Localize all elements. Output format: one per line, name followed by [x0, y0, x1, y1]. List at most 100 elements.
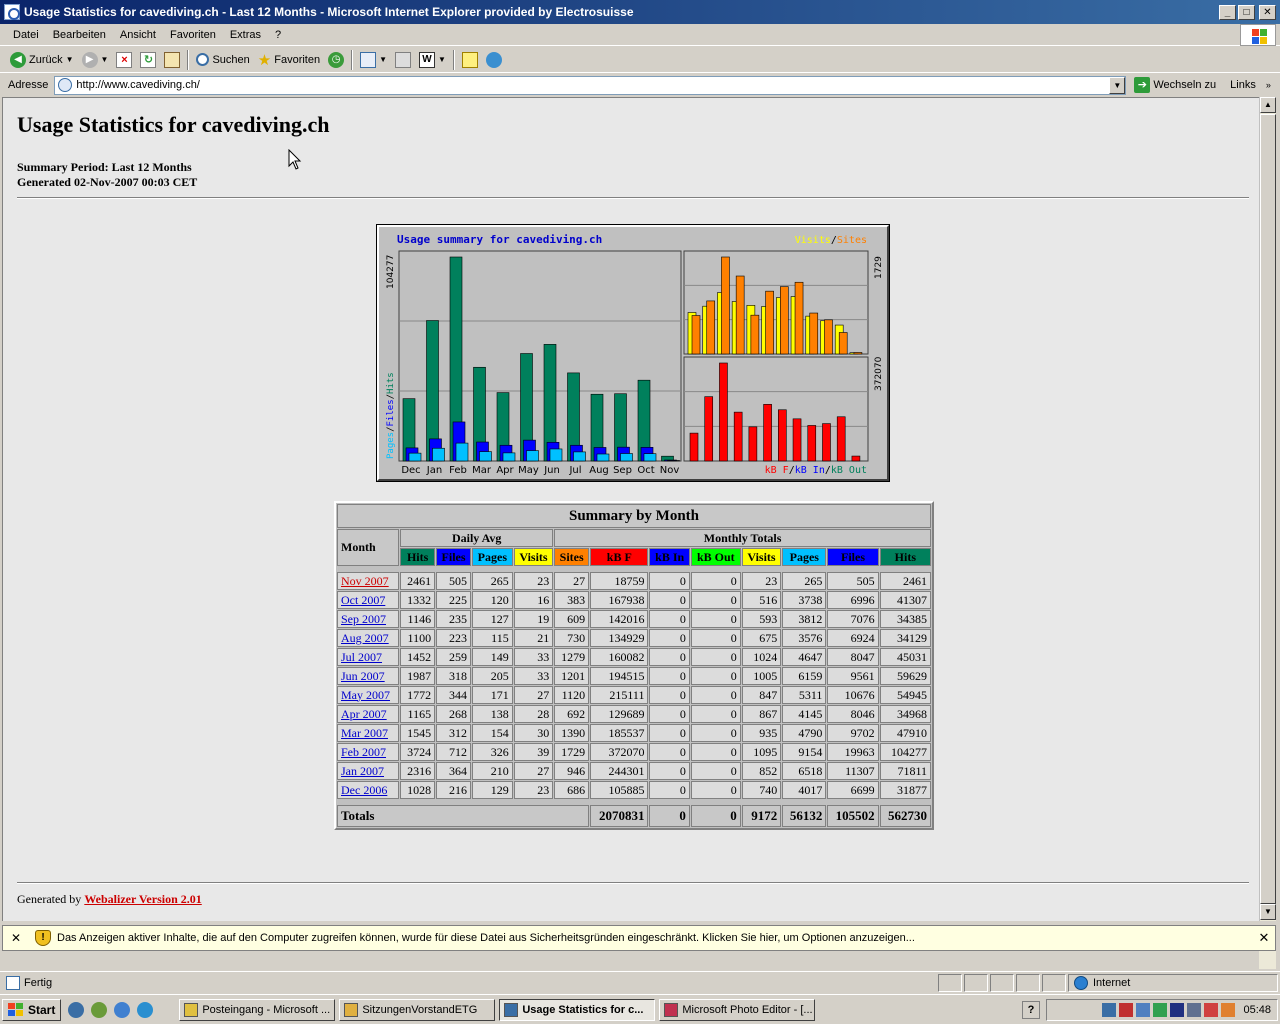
totals-cell: 56132 — [782, 805, 827, 827]
toolbar-separator — [452, 49, 455, 70]
forward-button[interactable]: ▶ ▼ — [78, 49, 113, 71]
monitor-icon[interactable] — [1136, 1003, 1151, 1017]
month-link[interactable]: Dec 2006 — [341, 783, 387, 797]
monthly-cell: 3738 — [782, 591, 827, 609]
menu-bearbeiten[interactable]: Bearbeiten — [46, 29, 113, 41]
infobar-message[interactable]: Das Anzeigen aktiver Inhalte, die auf de… — [57, 932, 1253, 944]
antivirus-icon[interactable] — [1153, 1003, 1168, 1017]
security-alert-icon[interactable] — [1119, 1003, 1134, 1017]
security-zone[interactable]: Internet — [1068, 973, 1278, 992]
scroll-up-button[interactable]: ▲ — [1260, 97, 1276, 113]
start-button[interactable]: Start — [2, 998, 62, 1021]
quicklaunch-ie-icon[interactable] — [68, 1001, 85, 1018]
address-dropdown-button[interactable]: ▼ — [1109, 76, 1126, 94]
search-button[interactable]: Suchen — [192, 49, 253, 71]
daily-cell: 23 — [513, 781, 554, 799]
help-button[interactable]: ? — [1022, 1001, 1040, 1019]
back-button[interactable]: ◀ Zurück ▼ — [6, 49, 78, 71]
mail-button[interactable]: ▼ — [356, 49, 391, 71]
menu-ansicht[interactable]: Ansicht — [113, 29, 163, 41]
monthly-cell: 0 — [690, 648, 741, 666]
month-cell: Jul 2007 — [337, 648, 400, 666]
infobar-close-left-icon[interactable]: ✕ — [3, 931, 29, 945]
information-bar[interactable]: ✕ ! Das Anzeigen aktiver Inhalte, die au… — [2, 925, 1276, 951]
infobar-scrollbar[interactable] — [1259, 951, 1276, 969]
month-link[interactable]: Sep 2007 — [341, 612, 386, 626]
daily-avg-header: Daily Avg — [400, 529, 554, 547]
scroll-thumb[interactable] — [1260, 114, 1276, 904]
ie-icon — [4, 4, 20, 20]
month-link[interactable]: Mar 2007 — [341, 726, 388, 740]
monthly-cell: 0 — [649, 743, 690, 761]
display-icon[interactable] — [1187, 1003, 1202, 1017]
monthly-cell: 41307 — [879, 591, 931, 609]
menu-extras[interactable]: Extras — [223, 29, 268, 41]
daily-cell: 120 — [471, 591, 513, 609]
webalizer-link[interactable]: Webalizer Version 2.01 — [84, 892, 201, 906]
go-button[interactable]: ➔ Wechseln zu — [1134, 77, 1216, 93]
quicklaunch-outlook-icon[interactable] — [91, 1001, 108, 1018]
month-link[interactable]: Jul 2007 — [341, 650, 382, 664]
taskbar-task[interactable]: Posteingang - Microsoft ... — [179, 998, 336, 1021]
home-button[interactable] — [160, 49, 184, 71]
month-link[interactable]: Jan 2007 — [341, 764, 384, 778]
update-icon[interactable] — [1221, 1003, 1236, 1017]
daily-cell: 129 — [471, 781, 513, 799]
quicklaunch-browser-icon[interactable] — [137, 1001, 154, 1018]
monthly-cell: 692 — [554, 705, 590, 723]
bar-pages — [667, 460, 680, 462]
x-tick-label: Dec — [401, 465, 420, 476]
monthly-cell: 4790 — [782, 724, 827, 742]
month-link[interactable]: May 2007 — [341, 688, 390, 702]
month-link[interactable]: Aug 2007 — [341, 631, 389, 645]
bar-sites — [750, 314, 760, 355]
messenger-button[interactable] — [482, 49, 506, 71]
window-title: Usage Statistics for cavediving.ch - Las… — [24, 5, 634, 19]
stop-button[interactable]: × — [112, 49, 136, 71]
taskbar-task[interactable]: Microsoft Photo Editor - [... — [659, 998, 816, 1021]
monthly-cell: 0 — [649, 667, 690, 685]
month-link[interactable]: Feb 2007 — [341, 745, 386, 759]
clock[interactable]: 05:48 — [1243, 1004, 1271, 1016]
favorites-button[interactable]: ★ Favoriten — [254, 49, 324, 71]
taskbar: Start Posteingang - Microsoft ... Sitzung… — [0, 994, 1280, 1024]
col-header-daily-files: Files — [436, 548, 471, 566]
menu-favoriten[interactable]: Favoriten — [163, 29, 223, 41]
quicklaunch-mediaplayer-icon[interactable] — [114, 1001, 131, 1018]
month-link[interactable]: Apr 2007 — [341, 707, 387, 721]
scroll-down-button[interactable]: ▼ — [1260, 904, 1276, 920]
infobar-close-button[interactable]: ✕ — [1253, 930, 1275, 946]
month-link[interactable]: Nov 2007 — [341, 574, 389, 588]
month-link[interactable]: Oct 2007 — [341, 593, 385, 607]
chevron-right-icon[interactable]: » — [1266, 80, 1271, 90]
sites-legend: Visits/Sites — [795, 235, 867, 246]
network-icon[interactable] — [1102, 1003, 1117, 1017]
taskbar-task[interactable]: Usage Statistics for c... — [499, 998, 656, 1021]
history-button[interactable]: ◷ — [324, 49, 348, 71]
printer-icon — [395, 51, 412, 68]
close-button[interactable]: ✕ — [1259, 4, 1276, 20]
minimize-button[interactable]: _ — [1219, 4, 1236, 20]
edit-button[interactable]: W ▼ — [415, 49, 450, 71]
col-header-monthly-pages: Pages — [782, 548, 827, 566]
search-icon — [196, 53, 210, 66]
links-button[interactable]: Links — [1230, 79, 1256, 91]
app-tray-icon[interactable] — [1170, 1003, 1185, 1017]
totals-row: Totals 2070831 0 0 9172 56132 105502 562730 — [337, 805, 931, 827]
sync-icon[interactable] — [1204, 1003, 1219, 1017]
month-link[interactable]: Jun 2007 — [341, 669, 385, 683]
refresh-button[interactable]: ↻ — [136, 49, 160, 71]
vertical-scrollbar[interactable]: ▲ ▼ — [1259, 97, 1276, 921]
table-row: Jul 2007 1452 259 149 33 1279 160082 0 0 1024 4647… — [337, 648, 931, 666]
maximize-button[interactable]: □ — [1238, 4, 1255, 20]
notes-button[interactable] — [458, 49, 482, 71]
menu-help[interactable]: ? — [268, 29, 288, 41]
menu-datei[interactable]: Datei — [6, 29, 46, 41]
address-input[interactable]: http://www.cavediving.ch/ ▼ — [54, 75, 1127, 95]
taskbar-task[interactable]: SitzungenVorstandETG — [339, 998, 496, 1021]
monthly-cell: 0 — [649, 705, 690, 723]
print-button[interactable] — [391, 49, 415, 71]
table-row: Oct 2007 1332 225 120 16 383 167938 0 0 516 3738 69… — [337, 591, 931, 609]
axis-legend-item: Pages — [386, 432, 396, 459]
daily-cell: 33 — [513, 648, 554, 666]
